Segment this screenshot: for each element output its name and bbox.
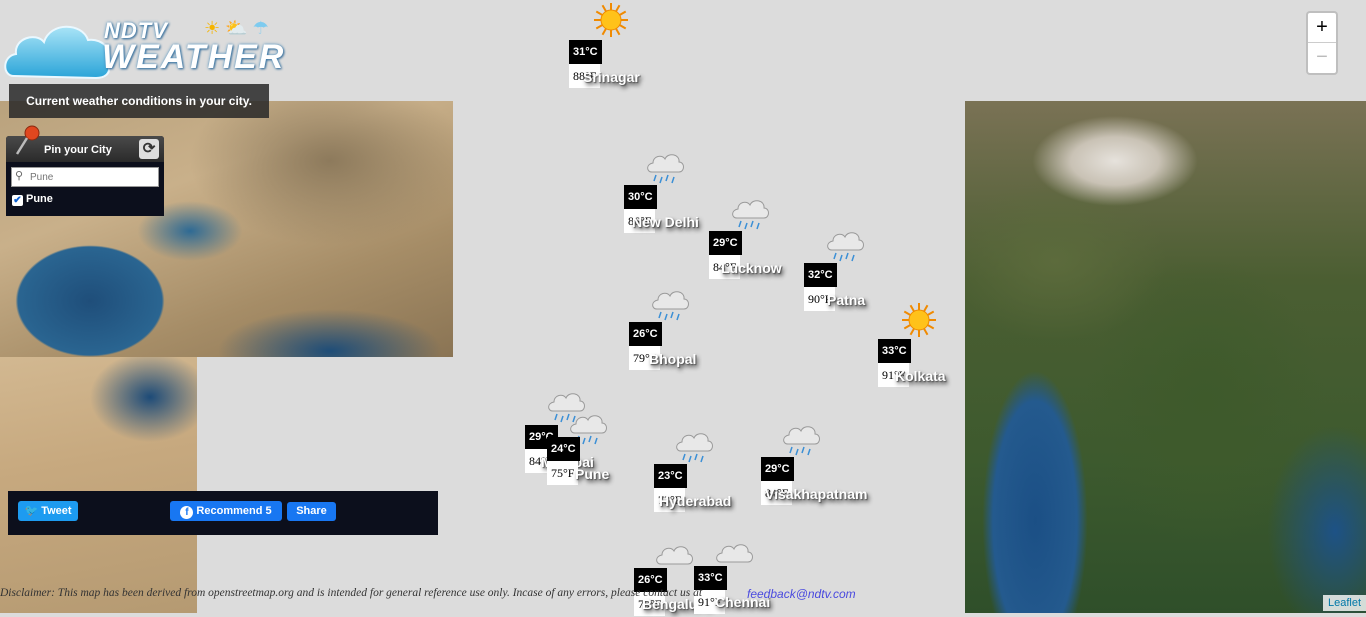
temperature-box: 23°C73°F xyxy=(654,464,687,512)
sun-icon xyxy=(898,302,940,338)
rain-cloud-icon xyxy=(649,285,691,321)
rain-cloud-icon xyxy=(644,148,686,184)
city-name-label[interactable]: Kolkata xyxy=(895,368,946,384)
pin-city-panel: Pin your City ⟳ ⚲ ✔Pune xyxy=(6,125,164,216)
city-name-label[interactable]: Pune xyxy=(575,466,609,482)
celsius-value: 31°C xyxy=(569,40,602,64)
disclaimer-text: Disclaimer: This map has been derived fr… xyxy=(0,587,703,599)
recommend-label: Recommend 5 xyxy=(196,505,272,517)
celsius-value: 32°C xyxy=(804,263,837,287)
zoom-control: + − xyxy=(1306,11,1338,75)
tweet-label: Tweet xyxy=(41,505,72,517)
celsius-value: 24°C xyxy=(547,437,580,461)
temperature-box: 29°C84°F xyxy=(709,231,742,279)
ndtv-weather-logo: NDTV WEATHER ☀ ⛅ ☂ xyxy=(4,8,304,80)
celsius-value: 26°C xyxy=(629,322,662,346)
tweet-button[interactable]: 🐦 Tweet xyxy=(18,501,78,521)
rain-cloud-icon xyxy=(729,194,771,230)
subtitle-banner: Current weather conditions in your city. xyxy=(9,84,269,118)
pin-city-header: Pin your City ⟳ xyxy=(6,125,164,162)
fahrenheit-value: 75°F xyxy=(547,461,579,485)
temperature-box: 29°C84°F xyxy=(761,457,794,505)
refresh-button[interactable]: ⟳ xyxy=(139,139,159,159)
satellite-tile-east[interactable] xyxy=(965,101,1366,613)
pin-city-title: Pin your City xyxy=(44,144,112,156)
leaflet-attribution-link[interactable]: Leaflet xyxy=(1322,595,1366,611)
city-name-label[interactable]: Hyderabad xyxy=(659,493,731,509)
rain-cloud-icon xyxy=(673,427,715,463)
temperature-box: 24°C75°F xyxy=(547,437,580,485)
rain-cloud-icon xyxy=(824,226,866,262)
sun-icon xyxy=(590,2,632,38)
facebook-recommend-button[interactable]: f Recommend 5 xyxy=(170,501,282,521)
logo-weather-text: WEATHER xyxy=(102,38,286,76)
partly-cloudy-icon: ⛅ xyxy=(225,18,248,38)
temperature-box: 32°C90°F xyxy=(804,263,837,311)
pushpin-icon xyxy=(15,125,40,155)
sun-icon: ☀ xyxy=(204,18,221,38)
satellite-tile-arabian-sea[interactable] xyxy=(0,357,197,613)
city-search-input[interactable] xyxy=(30,169,154,185)
city-name-label[interactable]: New Delhi xyxy=(632,214,699,230)
zoom-out-button[interactable]: − xyxy=(1308,42,1336,72)
city-search-box[interactable]: ⚲ xyxy=(11,167,159,187)
logo-weather-icons: ☀ ⛅ ☂ xyxy=(204,18,269,39)
social-share-bar: 🐦 Tweet f Recommend 5 Share xyxy=(8,491,438,535)
city-name-label[interactable]: Srinagar xyxy=(583,69,640,85)
temperature-box: 33°C91°F xyxy=(878,339,911,387)
umbrella-icon: ☂ xyxy=(252,18,269,38)
city-name-label[interactable]: Lucknow xyxy=(721,260,782,276)
pinned-city-label: Pune xyxy=(26,193,53,205)
city-name-label[interactable]: Bhopal xyxy=(649,351,696,367)
celsius-value: 33°C xyxy=(878,339,911,363)
city-name-label[interactable]: Visakhapatnam xyxy=(765,486,867,502)
pinned-city-checkbox[interactable]: ✔ Pune xyxy=(12,193,53,206)
rain-cloud-icon xyxy=(780,420,822,456)
cloud-logo-icon xyxy=(4,25,111,80)
temperature-box: 31°C88°F xyxy=(569,40,602,88)
facebook-icon: f xyxy=(180,506,194,519)
city-name-label[interactable]: Patna xyxy=(827,292,865,308)
celsius-value: 30°C xyxy=(624,185,657,209)
feedback-email-link[interactable]: feedback@ndtv.com xyxy=(747,587,856,601)
celsius-value: 23°C xyxy=(654,464,687,488)
facebook-share-button[interactable]: Share xyxy=(287,502,336,521)
zoom-in-button[interactable]: + xyxy=(1308,13,1336,42)
celsius-value: 29°C xyxy=(761,457,794,481)
search-icon: ⚲ xyxy=(15,170,24,182)
checkbox-checked-icon[interactable]: ✔ xyxy=(12,195,23,206)
celsius-value: 29°C xyxy=(709,231,742,255)
twitter-bird-icon: 🐦 xyxy=(24,505,39,517)
temperature-box: 26°C79°F xyxy=(629,322,662,370)
temperature-box: 30°C86°F xyxy=(624,185,657,233)
refresh-icon: ⟳ xyxy=(142,140,156,157)
